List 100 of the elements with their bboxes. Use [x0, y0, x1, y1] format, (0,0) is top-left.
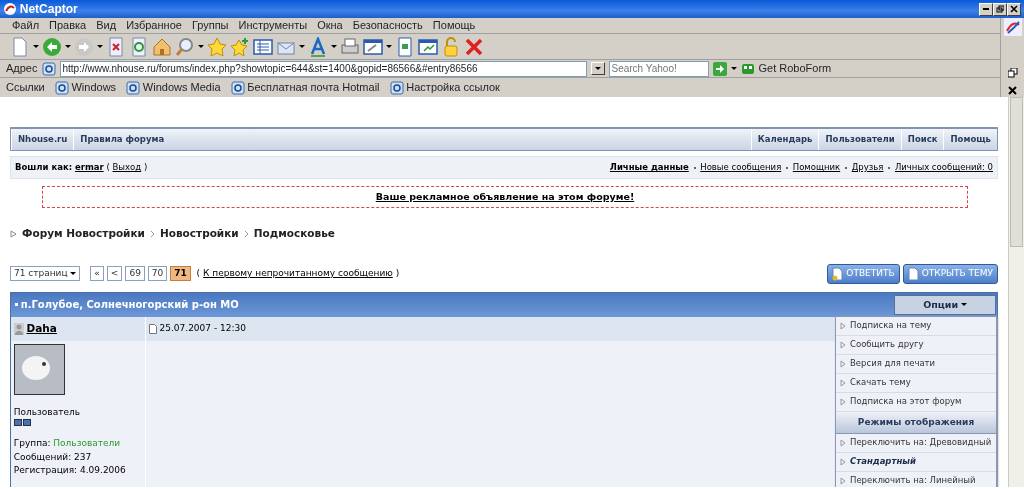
menu-item[interactable]: Скачать тему	[836, 373, 996, 393]
windows-icon[interactable]	[1007, 68, 1018, 78]
nav-link[interactable]: Поиск	[900, 129, 944, 150]
menu-item[interactable]: Окна	[312, 17, 348, 34]
link-item[interactable]: Windows	[71, 79, 117, 96]
caret-icon[interactable]	[65, 45, 71, 48]
app-logo-icon[interactable]	[1003, 18, 1022, 36]
address-label: Адрес	[6, 61, 38, 77]
menu-item[interactable]: Файл	[7, 17, 45, 34]
search-field[interactable]: Search Yahoo!	[608, 60, 709, 77]
scrollbar[interactable]	[1008, 97, 1024, 487]
group-label: Группа:	[13, 437, 51, 450]
caret-icon[interactable]	[33, 45, 39, 48]
options-button[interactable]: Опции	[894, 294, 996, 315]
page-icon	[41, 61, 56, 76]
home-icon[interactable]	[152, 36, 172, 57]
page-link[interactable]: 69	[125, 266, 145, 282]
minimize-button[interactable]	[979, 2, 993, 16]
page-link[interactable]: 70	[147, 266, 168, 282]
breadcrumb-link[interactable]: Форум Новостройки	[22, 226, 145, 242]
menu-item[interactable]: Инструменты	[233, 17, 313, 34]
user-link[interactable]: Новые сообщения	[700, 161, 782, 174]
star-icon[interactable]	[207, 36, 227, 57]
document-icon	[907, 266, 919, 281]
caret-icon[interactable]	[386, 45, 392, 48]
font-icon[interactable]	[308, 36, 328, 57]
menu-item[interactable]: Переключить на: Линейный	[836, 471, 996, 487]
refresh-icon[interactable]	[129, 36, 149, 57]
caret-icon[interactable]	[198, 45, 204, 48]
close-button[interactable]	[1007, 2, 1021, 16]
author-link[interactable]: Daha	[26, 320, 57, 337]
user-link[interactable]: Личных сообщений: 0	[894, 161, 993, 174]
ad-link[interactable]: Ваше рекламное объявление на этом форуме!	[375, 189, 635, 205]
caret-icon[interactable]	[299, 45, 305, 48]
user-link[interactable]: Помощник	[792, 161, 841, 174]
post-date: 25.07.2007 - 12:30	[159, 322, 246, 335]
menu-item[interactable]: Группы	[186, 17, 234, 34]
nav-link[interactable]: Правила форума	[73, 129, 171, 150]
nav-link[interactable]: Календарь	[750, 129, 819, 150]
page-icon	[54, 80, 69, 95]
caret-icon[interactable]	[960, 303, 967, 307]
caret-icon[interactable]	[331, 45, 337, 48]
menu-item[interactable]: Подписка на тему	[836, 316, 996, 336]
caret-icon[interactable]	[70, 272, 77, 276]
nav-link[interactable]: Пользователи	[818, 129, 901, 150]
link-item[interactable]: Настройка ссылок	[406, 79, 500, 96]
restore-button[interactable]	[993, 2, 1007, 16]
scrollbar-thumb[interactable]	[1010, 97, 1023, 247]
post-count: Сообщений: 237	[13, 450, 93, 464]
menu-item[interactable]: Помощь	[427, 17, 481, 34]
triangle-icon	[840, 378, 846, 387]
page-link[interactable]: 71	[170, 266, 191, 282]
links-label: Ссылки	[6, 80, 45, 96]
edit-window-icon[interactable]	[363, 36, 383, 57]
page-link[interactable]: «	[90, 266, 104, 282]
bullet-icon	[15, 303, 18, 307]
document-icon	[832, 266, 844, 281]
nav-link[interactable]: Помощь	[943, 129, 997, 150]
logout-link[interactable]: Выход	[112, 161, 142, 174]
link-item[interactable]: Windows Media	[142, 79, 221, 96]
menu-item[interactable]: Вид	[91, 17, 122, 34]
user-link[interactable]: Личные данные	[609, 161, 689, 174]
menu-item[interactable]: Стандартный	[836, 452, 996, 472]
star-plus-icon[interactable]	[230, 36, 250, 57]
topic-title: п.Голубое, Солнечногорский р-он МО	[20, 298, 239, 313]
restore-icon	[996, 5, 1004, 13]
menu-item[interactable]: Версия для печати	[836, 354, 996, 374]
dropdown-button[interactable]	[590, 62, 605, 75]
triangle-icon	[840, 340, 846, 349]
menu-item[interactable]: Подписка на этот форум	[836, 392, 996, 412]
page-select[interactable]: 71 страниц	[10, 266, 81, 282]
triangle-icon	[840, 397, 846, 406]
list-icon[interactable]	[253, 36, 273, 57]
page-link[interactable]: <	[106, 266, 123, 282]
caret-icon[interactable]	[730, 67, 737, 70]
triangle-icon	[10, 229, 17, 238]
username-link[interactable]: ermar	[74, 161, 104, 174]
roboform-button[interactable]: Get RoboForm	[758, 60, 832, 77]
breadcrumb-link[interactable]: Подмосковье	[253, 226, 335, 242]
window-icon[interactable]	[418, 36, 438, 57]
close-icon[interactable]	[1008, 86, 1017, 95]
menu-item[interactable]: Сообщить другу	[836, 335, 996, 355]
address-field[interactable]: http://www.nhouse.ru/forums/index.php?showtopic=644&st=1400&gopid=86566&#entry86566	[59, 60, 587, 77]
menu-item[interactable]: Избранное	[121, 17, 187, 34]
menu-item[interactable]: Безопасность	[347, 17, 428, 34]
user-link[interactable]: Друзья	[851, 161, 884, 174]
menu-item[interactable]: Правка	[44, 17, 92, 34]
caret-icon[interactable]	[594, 67, 601, 70]
unread-link[interactable]: К первому непрочитанному сообщению	[203, 267, 393, 281]
link-item[interactable]: Бесплатная почта Hotmail	[247, 79, 380, 96]
nav-link[interactable]: Nhouse.ru	[11, 129, 74, 150]
breadcrumb-link[interactable]: Новостройки	[159, 226, 239, 242]
menu-item[interactable]: Переключить на: Древовидный	[836, 433, 996, 453]
stop-page-icon[interactable]	[106, 36, 126, 57]
member-role: Пользователь	[13, 405, 82, 419]
robot-icon[interactable]	[740, 61, 755, 76]
app-logo-icon	[3, 2, 17, 16]
paren-text: (	[196, 267, 201, 280]
chevron-icon	[149, 229, 155, 238]
caret-icon[interactable]	[97, 45, 103, 48]
